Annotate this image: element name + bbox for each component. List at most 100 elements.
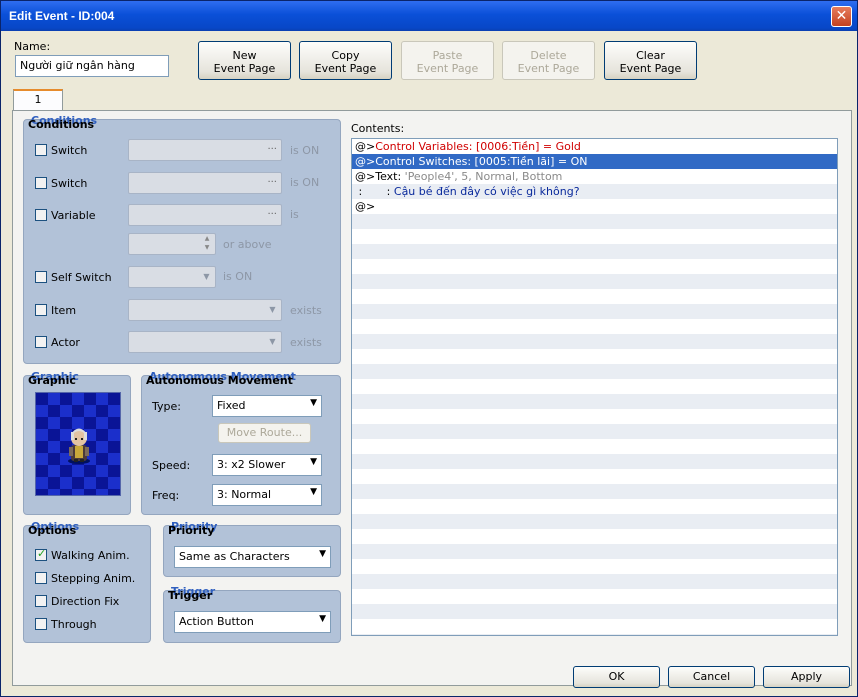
list-item[interactable]: @>Control Switches: [0005:Tiền lãi] = ON (352, 154, 837, 169)
switch2-ellipsis-icon: ... (267, 174, 277, 185)
graphic-title: Graphic (28, 374, 76, 387)
title-bar: Edit Event - ID:004 ✕ (1, 1, 857, 31)
row-text: Control Variables: [0006:Tiền] = Gold (375, 140, 581, 153)
item-checkbox[interactable] (35, 304, 47, 316)
delete-button-line1: Delete (530, 49, 567, 62)
conditions-title: Conditions (28, 118, 95, 131)
row-prefix: @> (355, 170, 376, 183)
ok-button[interactable]: OK (573, 666, 660, 688)
copy-event-page-button[interactable]: Copy Event Page (299, 41, 392, 80)
delete-event-page-button[interactable]: Delete Event Page (502, 41, 595, 80)
variable-checkbox[interactable] (35, 209, 47, 221)
contents-label: Contents: (351, 122, 405, 135)
tab-page-1[interactable]: 1 (13, 89, 63, 111)
walking-anim-checkbox[interactable] (35, 547, 47, 561)
self-switch-label: Self Switch (51, 271, 112, 284)
contents-list[interactable]: @>Control Variables: [0006:Tiền] = Gold … (351, 138, 838, 636)
walking-anim-label: Walking Anim. (51, 549, 130, 562)
or-above-label: or above (223, 238, 272, 251)
chevron-down-icon: ▼ (310, 487, 317, 497)
new-button-line2: Event Page (213, 62, 276, 75)
actor-suffix: exists (290, 336, 322, 349)
row-text: Cậu bé đến đây có việc gì không? (393, 185, 580, 198)
freq-value: 3: Normal (217, 488, 272, 501)
switch2-select[interactable]: ... (128, 172, 282, 194)
item-suffix: exists (290, 304, 322, 317)
priority-value: Same as Characters (179, 550, 290, 563)
trigger-dropdown[interactable]: Action Button ▼ (174, 611, 331, 633)
dialog-body: Name: Người giữ ngân hàng New Event Page… (4, 31, 854, 695)
copy-button-line2: Event Page (314, 62, 377, 75)
direction-fix-checkbox[interactable] (35, 595, 47, 607)
self-switch-checkbox[interactable] (35, 271, 47, 283)
variable-ellipsis-icon: ... (267, 206, 277, 217)
spinner-arrows-icon[interactable]: ▲ ▼ (200, 234, 214, 254)
character-sprite-icon (68, 428, 90, 464)
priority-title: Priority (168, 524, 215, 537)
switch1-ellipsis-icon: ... (267, 141, 277, 152)
row-text: Control Switches: [0005:Tiền lãi] = ON (375, 155, 588, 168)
priority-dropdown[interactable]: Same as Characters ▼ (174, 546, 331, 568)
autonomous-movement-group: Autonomous Movement Autonomous Movement … (141, 370, 341, 515)
options-group: Options Options Walking Anim. Stepping A… (23, 520, 151, 643)
through-label: Through (51, 618, 97, 631)
direction-fix-label: Direction Fix (51, 595, 120, 608)
freq-dropdown[interactable]: 3: Normal ▼ (212, 484, 322, 506)
paste-button-line1: Paste (432, 49, 463, 62)
item-label: Item (51, 304, 77, 317)
freq-label: Freq: (152, 489, 180, 502)
apply-button[interactable]: Apply (763, 666, 850, 688)
new-event-page-button[interactable]: New Event Page (198, 41, 291, 80)
cancel-button[interactable]: Cancel (668, 666, 755, 688)
switch2-checkbox[interactable] (35, 177, 47, 189)
through-checkbox[interactable] (35, 618, 47, 630)
row-prefix: @> (355, 155, 376, 168)
chevron-down-icon: ▼ (310, 457, 317, 467)
speed-value: 3: x2 Slower (217, 458, 286, 471)
clear-button-line1: Clear (636, 49, 665, 62)
list-item[interactable]: @> (352, 199, 837, 214)
stepping-anim-label: Stepping Anim. (51, 572, 136, 585)
trigger-value: Action Button (179, 615, 254, 628)
row-prefix: @> (355, 140, 376, 153)
list-item[interactable]: @>Text: 'People4', 5, Normal, Bottom (352, 169, 837, 184)
switch1-checkbox[interactable] (35, 144, 47, 156)
type-dropdown[interactable]: Fixed ▼ (212, 395, 322, 417)
move-route-button[interactable]: Move Route... (218, 423, 311, 443)
window-title: Edit Event - ID:004 (9, 9, 115, 23)
name-input[interactable]: Người giữ ngân hàng (15, 55, 169, 77)
self-switch-dropdown[interactable]: ▼ (128, 266, 216, 288)
item-dropdown[interactable]: ▼ (128, 299, 282, 321)
speed-dropdown[interactable]: 3: x2 Slower ▼ (212, 454, 322, 476)
priority-group: Priority Priority Same as Characters ▼ (163, 520, 341, 577)
type-value: Fixed (217, 399, 246, 412)
row-prefix: : : (355, 185, 394, 198)
switch1-select[interactable]: ... (128, 139, 282, 161)
chevron-down-icon: ▼ (203, 272, 210, 281)
chevron-down-icon: ▼ (319, 614, 326, 624)
variable-select[interactable]: ... (128, 204, 282, 226)
actor-dropdown[interactable]: ▼ (128, 331, 282, 353)
list-item[interactable]: : : Cậu bé đến đây có việc gì không? (352, 184, 837, 199)
variable-suffix: is (290, 208, 299, 221)
actor-label: Actor (51, 336, 80, 349)
list-item[interactable]: @>Control Variables: [0006:Tiền] = Gold (352, 139, 837, 154)
switch1-suffix: is ON (290, 144, 320, 157)
paste-button-line2: Event Page (416, 62, 479, 75)
chevron-down-icon: ▼ (319, 549, 326, 559)
row-extra: 'People4', 5, Normal, Bottom (404, 170, 563, 183)
self-switch-suffix: is ON (223, 270, 253, 283)
name-label: Name: (14, 40, 51, 53)
paste-event-page-button[interactable]: Paste Event Page (401, 41, 494, 80)
switch2-label: Switch (51, 177, 88, 190)
variable-label: Variable (51, 209, 96, 222)
graphic-preview[interactable] (35, 392, 121, 496)
stepping-anim-checkbox[interactable] (35, 572, 47, 584)
speed-label: Speed: (152, 459, 191, 472)
close-icon[interactable]: ✕ (831, 6, 852, 27)
clear-event-page-button[interactable]: Clear Event Page (604, 41, 697, 80)
clear-button-line2: Event Page (619, 62, 682, 75)
actor-checkbox[interactable] (35, 336, 47, 348)
variable-value-spinner[interactable]: ▲ ▼ (128, 233, 216, 255)
delete-button-line2: Event Page (517, 62, 580, 75)
